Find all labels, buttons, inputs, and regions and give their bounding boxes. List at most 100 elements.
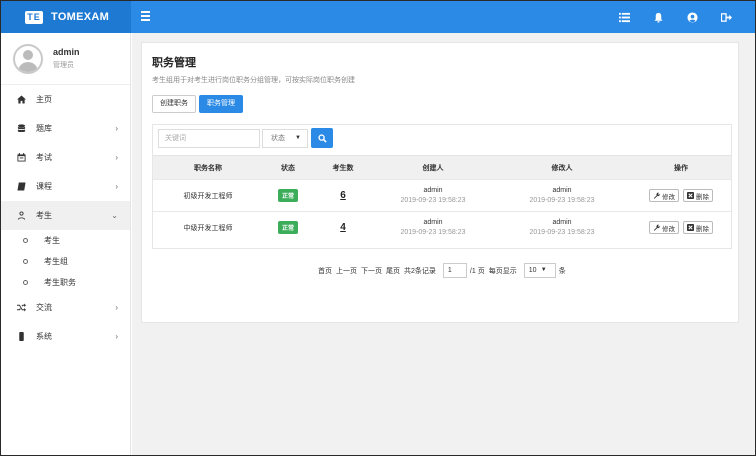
creator: admin <box>423 187 443 194</box>
user-circle-icon[interactable] <box>685 10 699 24</box>
sidebar: admin 管理员 主页 题库 › 考试 › 课程 › 考生 ⌄ 考生 考生组 … <box>1 33 131 455</box>
position-name: 初级开发工程师 <box>153 179 263 212</box>
per-page-unit: 条 <box>558 267 566 275</box>
caret-down-icon: ▼ <box>540 267 547 273</box>
submenu-item-examinee-position[interactable]: 考生职务 <box>1 272 130 293</box>
chevron-right-icon: › <box>115 182 118 191</box>
wrench-icon <box>653 192 660 199</box>
chevron-right-icon: › <box>115 332 118 341</box>
keyword-input[interactable]: 关键词 <box>158 128 260 148</box>
bell-icon[interactable] <box>651 10 665 24</box>
sidebar-item-label: 考生 <box>36 211 52 220</box>
delete-label: 删除 <box>695 225 709 233</box>
created-time: 2019-09-23 19:58:23 <box>400 197 466 204</box>
status-select-label: 状态 <box>271 134 285 142</box>
sidebar-item-system[interactable]: 系统 › <box>1 322 130 351</box>
submenu-item-examinee[interactable]: 考生 <box>1 230 130 251</box>
column-header: 操作 <box>631 155 731 180</box>
user-role: 管理员 <box>53 62 74 69</box>
status-select[interactable]: 状态 ▼ <box>262 128 308 148</box>
sidebar-item-label: 主页 <box>36 95 52 104</box>
column-header: 状态 <box>263 155 313 180</box>
sidebar-item-home[interactable]: 主页 <box>1 85 130 114</box>
edit-label: 修改 <box>662 193 676 201</box>
column-header: 考生数 <box>313 155 373 180</box>
tab-bar: 创建职务 职务管理 <box>152 95 243 113</box>
delete-label: 删除 <box>695 193 709 201</box>
sidebar-item-exam[interactable]: 考试 › <box>1 143 130 172</box>
page-description: 考生组用于对考生进行岗位职务分组管理，可按实际岗位职务创建 <box>152 77 355 84</box>
tab-manage-position[interactable]: 职务管理 <box>199 95 243 113</box>
app-window: TE TOMEXAM admin 管理员 主页 题库 › 考试 › 课程 › 考… <box>0 0 756 456</box>
position-panel: 职务管理 考生组用于对考生进行岗位职务分组管理，可按实际岗位职务创建 创建职务 … <box>141 42 739 323</box>
brand[interactable]: TE TOMEXAM <box>1 1 131 33</box>
brand-name: TOMEXAM <box>51 11 110 23</box>
sidebar-item-question-bank[interactable]: 题库 › <box>1 114 130 143</box>
database-icon <box>16 124 26 134</box>
top-bar: TE TOMEXAM <box>1 1 755 33</box>
position-table: 职务名称 状态 考生数 创建人 修改人 操作 初级开发工程师 正常 6 admi… <box>153 155 731 244</box>
next-page-link[interactable]: 下一页 <box>361 266 382 276</box>
home-icon <box>16 95 26 105</box>
per-page-label: 每页显示 <box>488 267 517 275</box>
chevron-right-icon: › <box>115 303 118 312</box>
position-name: 中级开发工程师 <box>153 211 263 244</box>
sidebar-item-course[interactable]: 课程 › <box>1 172 130 201</box>
last-page-link[interactable]: 尾页 <box>386 266 400 276</box>
modified-time: 2019-09-23 19:58:23 <box>529 197 595 204</box>
examinee-count-link[interactable]: 6 <box>340 190 346 201</box>
sidebar-item-examinee[interactable]: 考生 ⌄ <box>1 201 130 230</box>
sidebar-item-label: 交流 <box>36 303 52 312</box>
user-card: admin 管理员 <box>1 33 130 85</box>
circle-icon <box>23 259 28 264</box>
edit-button[interactable]: 修改 <box>649 189 680 202</box>
edit-button[interactable]: 修改 <box>649 221 680 235</box>
first-page-link[interactable]: 首页 <box>318 266 332 276</box>
main-content: 职务管理 考生组用于对考生进行岗位职务分组管理，可按实际岗位职务创建 创建职务 … <box>132 33 755 455</box>
user-name: admin <box>53 47 80 57</box>
table-row: 中级开发工程师 正常 4 admin 2019-09-23 19:58:23 ad… <box>153 211 731 244</box>
caret-down-icon: ▼ <box>295 134 301 141</box>
chevron-right-icon: › <box>115 153 118 162</box>
column-header: 创建人 <box>373 155 493 180</box>
delete-button[interactable]: 删除 <box>682 189 713 202</box>
circle-icon <box>23 238 28 243</box>
page-number-input[interactable]: 1 <box>442 263 467 278</box>
sidebar-item-label: 题库 <box>36 124 52 133</box>
search-icon <box>317 133 327 143</box>
circle-icon <box>23 280 28 285</box>
avatar[interactable] <box>13 43 43 74</box>
delete-button[interactable]: 删除 <box>682 221 713 235</box>
modified-time: 2019-09-23 19:58:23 <box>529 229 595 237</box>
pagination: 首页 上一页 下一页 尾页 共2条记录 1 /1 页 每页显示 10 ▼ 条 <box>318 263 570 278</box>
calendar-icon <box>16 153 26 163</box>
close-square-icon <box>686 224 694 232</box>
table-row: 初级开发工程师 正常 6 admin 2019-09-23 19:58:23 ad… <box>153 179 731 212</box>
position-table-card: 关键词 状态 ▼ 职务名称 状态 考生数 创建人 修改人 操作 初级开发工程师 … <box>152 124 732 249</box>
search-button[interactable] <box>311 128 333 148</box>
brand-logo: TE <box>25 10 43 24</box>
total-records: 共2条记录 <box>404 267 436 275</box>
submenu-label: 考生 <box>44 236 60 245</box>
sidebar-item-label: 课程 <box>36 182 52 191</box>
shuffle-icon <box>16 303 26 313</box>
sidebar-item-exchange[interactable]: 交流 › <box>1 293 130 322</box>
menu-toggle-icon[interactable] <box>141 11 150 21</box>
status-badge: 正常 <box>277 221 298 235</box>
per-page-select[interactable]: 10 ▼ <box>523 263 556 278</box>
table-header-row: 职务名称 状态 考生数 创建人 修改人 操作 <box>153 155 731 180</box>
wrench-icon <box>653 224 660 231</box>
tab-create-position[interactable]: 创建职务 <box>152 95 196 113</box>
prev-page-link[interactable]: 上一页 <box>336 266 357 276</box>
logout-icon[interactable] <box>719 10 733 24</box>
column-header: 职务名称 <box>153 155 263 180</box>
sidebar-item-label: 考试 <box>36 153 52 162</box>
submenu-item-examinee-group[interactable]: 考生组 <box>1 251 130 272</box>
filter-bar: 关键词 状态 ▼ <box>158 128 333 148</box>
column-header: 修改人 <box>493 155 631 180</box>
examinee-count-link[interactable]: 4 <box>340 222 346 233</box>
list-icon[interactable] <box>617 10 631 24</box>
submenu-label: 考生职务 <box>44 278 76 287</box>
book-icon <box>16 182 26 192</box>
sidebar-item-label: 系统 <box>36 332 52 341</box>
